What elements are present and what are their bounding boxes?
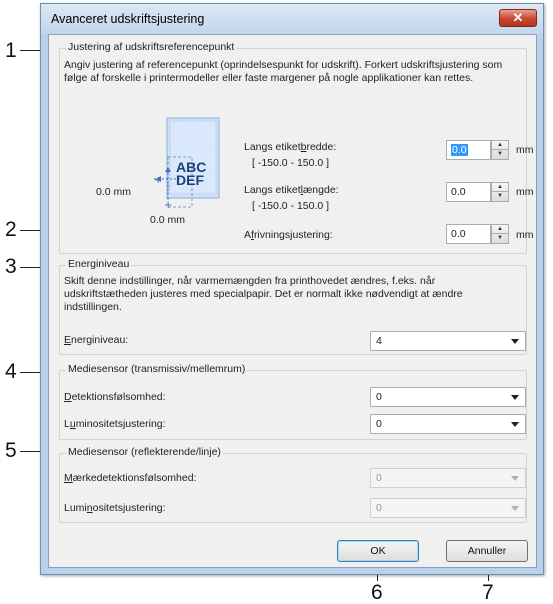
label-width-unit: mm [516, 144, 534, 156]
y-offset-readout: 0.0 mm [150, 214, 186, 226]
tear-off-input[interactable]: 0.0 [446, 224, 491, 244]
reflective-sensor-group: Mediesensor (reflekterende/linje) Mærked… [59, 446, 527, 523]
spin-down-icon[interactable]: ▼ [492, 192, 508, 201]
x-offset-readout: 0.0 mm [96, 186, 132, 198]
luminosity-adjust-label: Luminositetsjustering: [64, 418, 166, 430]
label-width-spinner[interactable]: ▲ ▼ [491, 140, 509, 160]
detection-sensitivity-label: Detektionsfølsomhed: [64, 391, 166, 403]
label-width-range: [ -150.0 - 150.0 ] [252, 157, 330, 169]
svg-text:+: + [164, 200, 172, 211]
reference-point-description: Angiv justering af referencepunkt (oprin… [64, 59, 503, 84]
reference-point-group: Justering af udskriftsreferencepunkt Ang… [59, 41, 534, 254]
spin-up-icon[interactable]: ▲ [492, 225, 508, 234]
diagram-text-def: DEF [176, 172, 204, 188]
close-icon: ✕ [512, 10, 524, 25]
reflective-luminosity-select[interactable]: 0 [370, 498, 526, 518]
label-length-spinner[interactable]: ▲ ▼ [491, 182, 509, 202]
label-length-input[interactable]: 0.0 [446, 182, 491, 202]
tear-off-unit: mm [516, 229, 534, 241]
chevron-down-icon [511, 395, 519, 400]
callout-2: 2 [5, 218, 17, 241]
title-bar[interactable]: Avanceret udskriftsjustering ✕ [41, 4, 543, 34]
ok-button[interactable]: OK [337, 540, 419, 562]
label-width-label: Langs etiketbredde: [244, 141, 337, 153]
tear-off-spinner[interactable]: ▲ ▼ [491, 224, 509, 244]
energy-group: Energiniveau Skift denne indstillinger, … [59, 258, 527, 355]
svg-text:+: + [154, 175, 162, 186]
energy-level-select[interactable]: 4 [370, 331, 526, 351]
callout-4: 4 [5, 360, 17, 383]
energy-description: Skift denne indstillinger, når varmemæng… [64, 275, 463, 313]
detection-sensitivity-select[interactable]: 0 [370, 387, 526, 407]
energy-legend: Energiniveau [66, 258, 132, 270]
chevron-down-icon [511, 476, 519, 481]
label-width-input[interactable]: 0.0 [446, 140, 491, 160]
label-diagram-icon: + + [154, 117, 220, 211]
callout-7: 7 [482, 581, 494, 604]
chevron-down-icon [511, 422, 519, 427]
callout-6: 6 [371, 581, 383, 604]
callout-5: 5 [5, 439, 17, 462]
reference-point-legend: Justering af udskriftsreferencepunkt [66, 41, 237, 53]
label-length-unit: mm [516, 186, 534, 198]
tear-off-label: Afrivningsjustering: [244, 229, 333, 241]
mark-detection-label: Mærkedetektionsfølsomhed: [64, 472, 197, 484]
chevron-down-icon [511, 506, 519, 511]
close-button[interactable]: ✕ [499, 9, 537, 27]
chevron-down-icon [511, 339, 519, 344]
reflective-luminosity-label: Luminositetsjustering: [64, 502, 166, 514]
spin-up-icon[interactable]: ▲ [492, 183, 508, 192]
label-offset-illustration: + + ABC DEF [118, 117, 228, 217]
dialog-title: Avanceret udskriftsjustering [51, 12, 205, 26]
spin-down-icon[interactable]: ▼ [492, 234, 508, 243]
callout-3: 3 [5, 255, 17, 278]
callout-1: 1 [5, 39, 17, 62]
cancel-button[interactable]: Annuller [446, 540, 528, 562]
transmissive-sensor-legend: Mediesensor (transmissiv/mellemrum) [66, 363, 248, 375]
mark-detection-select[interactable]: 0 [370, 468, 526, 488]
transmissive-sensor-group: Mediesensor (transmissiv/mellemrum) Dete… [59, 363, 527, 440]
label-length-range: [ -150.0 - 150.0 ] [252, 200, 330, 212]
energy-level-label: Energiniveau: [64, 334, 129, 346]
luminosity-adjust-select[interactable]: 0 [370, 414, 526, 434]
advanced-print-adjust-dialog: Avanceret udskriftsjustering ✕ Justering… [40, 3, 544, 575]
reflective-sensor-legend: Mediesensor (reflekterende/linje) [66, 446, 223, 458]
label-length-label: Langs etiketlængde: [244, 184, 339, 196]
spin-up-icon[interactable]: ▲ [492, 141, 508, 150]
dialog-body: Justering af udskriftsreferencepunkt Ang… [48, 34, 537, 568]
spin-down-icon[interactable]: ▼ [492, 150, 508, 159]
